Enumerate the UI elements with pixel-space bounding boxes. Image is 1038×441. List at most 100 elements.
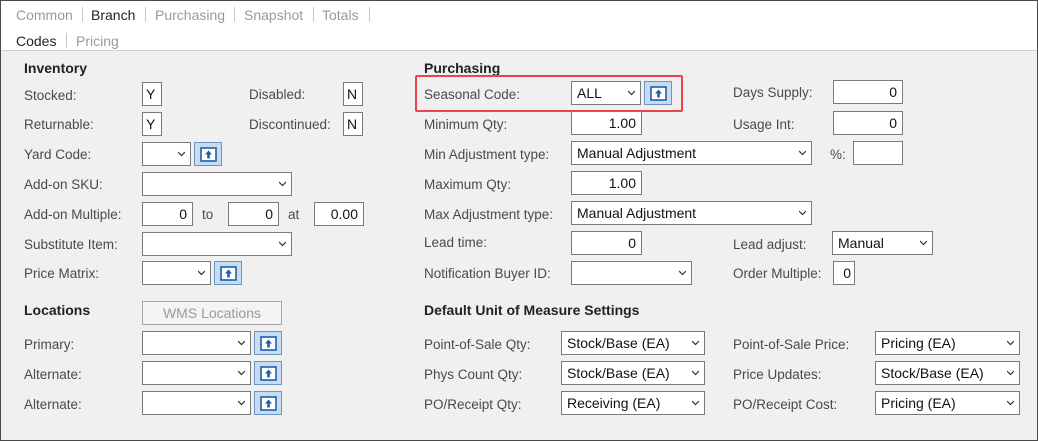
maximum-qty-label: Maximum Qty: bbox=[424, 177, 512, 192]
chevron-down-icon bbox=[198, 270, 205, 276]
uom-heading: Default Unit of Measure Settings bbox=[424, 302, 640, 318]
min-adjustment-type-label: Min Adjustment type: bbox=[424, 147, 550, 162]
price-updates-dropdown[interactable]: Stock/Base (EA) bbox=[875, 361, 1020, 385]
yard-code-dropdown[interactable] bbox=[142, 142, 191, 166]
po-receipt-qty-dropdown[interactable]: Receiving (EA) bbox=[561, 391, 705, 415]
days-supply-field[interactable]: 0 bbox=[833, 80, 903, 104]
alternate-location-dropdown[interactable] bbox=[142, 361, 251, 385]
usage-int-label: Usage Int: bbox=[733, 117, 795, 132]
discontinued-label: Discontinued: bbox=[249, 117, 331, 132]
chevron-down-icon bbox=[692, 370, 699, 376]
primary-location-dropdown[interactable] bbox=[142, 331, 251, 355]
alternate-label: Alternate: bbox=[24, 367, 82, 382]
lead-adjust-label: Lead adjust: bbox=[733, 237, 807, 252]
tab-totals[interactable]: Totals bbox=[322, 7, 359, 23]
window: Common Branch Purchasing Snapshot Totals… bbox=[0, 0, 1038, 441]
chevron-down-icon bbox=[279, 241, 286, 247]
locations-heading: Locations bbox=[24, 302, 91, 318]
tab-divider bbox=[82, 7, 83, 22]
price-updates-label: Price Updates: bbox=[733, 367, 822, 382]
to-label: to bbox=[202, 207, 214, 222]
alternate-label: Alternate: bbox=[24, 397, 82, 412]
usage-int-field[interactable]: 0 bbox=[833, 111, 903, 135]
po-receipt-cost-label: PO/Receipt Cost: bbox=[733, 397, 838, 412]
seasonal-code-label: Seasonal Code: bbox=[424, 87, 521, 102]
chevron-down-icon bbox=[178, 151, 185, 157]
max-adjustment-type-value: Manual Adjustment bbox=[577, 205, 697, 221]
substitute-dropdown[interactable] bbox=[142, 232, 292, 256]
days-supply-label: Days Supply: bbox=[733, 85, 813, 100]
minimum-qty-field[interactable]: 1.00 bbox=[571, 111, 642, 135]
lookup-arrow-icon bbox=[260, 396, 277, 411]
phys-count-qty-dropdown[interactable]: Stock/Base (EA) bbox=[561, 361, 705, 385]
order-multiple-field[interactable]: 0 bbox=[833, 261, 855, 285]
tab-purchasing[interactable]: Purchasing bbox=[155, 7, 225, 23]
addon-multiple-from-field[interactable]: 0 bbox=[142, 202, 193, 226]
returnable-field[interactable]: Y bbox=[142, 112, 162, 136]
discontinued-field[interactable]: N bbox=[343, 112, 363, 136]
addon-sku-label: Add-on SKU: bbox=[24, 177, 103, 192]
tab-branch[interactable]: Branch bbox=[91, 7, 135, 23]
min-adjustment-type-dropdown[interactable]: Manual Adjustment bbox=[571, 141, 812, 165]
purchasing-heading: Purchasing bbox=[424, 60, 501, 76]
lookup-arrow-icon bbox=[650, 86, 667, 101]
disabled-field[interactable]: N bbox=[343, 82, 363, 106]
tab-pricing[interactable]: Pricing bbox=[76, 33, 119, 49]
phys-count-qty-label: Phys Count Qty: bbox=[424, 367, 523, 382]
percent-field[interactable] bbox=[853, 141, 903, 165]
lookup-arrow-icon bbox=[260, 366, 277, 381]
notification-buyer-id-dropdown[interactable] bbox=[571, 261, 692, 285]
maximum-qty-field[interactable]: 1.00 bbox=[571, 171, 642, 195]
yard-code-label: Yard Code: bbox=[24, 147, 92, 162]
tab-codes[interactable]: Codes bbox=[16, 33, 56, 49]
pos-qty-dropdown[interactable]: Stock/Base (EA) bbox=[561, 331, 705, 355]
chevron-down-icon bbox=[920, 240, 927, 246]
lookup-arrow-icon bbox=[200, 147, 217, 162]
yard-code-lookup-button[interactable] bbox=[194, 142, 222, 166]
pos-qty-label: Point-of-Sale Qty: bbox=[424, 337, 531, 352]
primary-location-lookup-button[interactable] bbox=[254, 331, 282, 355]
tab-common[interactable]: Common bbox=[16, 7, 73, 23]
chevron-down-icon bbox=[238, 340, 245, 346]
seasonal-code-dropdown[interactable]: ALL bbox=[571, 81, 641, 105]
lead-adjust-dropdown[interactable]: Manual bbox=[832, 231, 933, 255]
pos-price-dropdown[interactable]: Pricing (EA) bbox=[875, 331, 1020, 355]
wms-locations-button[interactable]: WMS Locations bbox=[142, 301, 282, 325]
lookup-arrow-icon bbox=[220, 266, 237, 281]
pos-qty-value: Stock/Base (EA) bbox=[567, 335, 670, 351]
disabled-label: Disabled: bbox=[249, 87, 306, 102]
tab-divider bbox=[66, 33, 67, 48]
primary-label: Primary: bbox=[24, 337, 75, 352]
alternate-location-lookup-button[interactable] bbox=[254, 391, 282, 415]
chevron-down-icon bbox=[1007, 340, 1014, 346]
addon-multiple-at-field[interactable]: 0.00 bbox=[314, 202, 364, 226]
substitute-label: Substitute Item: bbox=[24, 237, 118, 252]
max-adjustment-type-dropdown[interactable]: Manual Adjustment bbox=[571, 201, 812, 225]
po-receipt-cost-dropdown[interactable]: Pricing (EA) bbox=[875, 391, 1020, 415]
addon-sku-dropdown[interactable] bbox=[142, 172, 292, 196]
stocked-field[interactable]: Y bbox=[142, 82, 162, 106]
tab-snapshot[interactable]: Snapshot bbox=[244, 7, 303, 23]
chevron-down-icon bbox=[692, 400, 699, 406]
price-matrix-lookup-button[interactable] bbox=[214, 261, 242, 285]
seasonal-code-lookup-button[interactable] bbox=[644, 81, 672, 105]
chevron-down-icon bbox=[628, 90, 635, 96]
alternate-location-lookup-button[interactable] bbox=[254, 361, 282, 385]
pos-price-value: Pricing (EA) bbox=[881, 335, 956, 351]
stocked-label: Stocked: bbox=[24, 88, 77, 103]
price-matrix-dropdown[interactable] bbox=[142, 261, 211, 285]
tab-divider bbox=[234, 7, 235, 22]
addon-multiple-label: Add-on Multiple: bbox=[24, 207, 122, 222]
chevron-down-icon bbox=[238, 400, 245, 406]
addon-multiple-to-field[interactable]: 0 bbox=[228, 202, 279, 226]
tab-divider bbox=[313, 7, 314, 22]
max-adjustment-type-label: Max Adjustment type: bbox=[424, 207, 554, 222]
chevron-down-icon bbox=[799, 210, 806, 216]
lead-adjust-value: Manual bbox=[838, 235, 884, 251]
lead-time-label: Lead time: bbox=[424, 235, 488, 250]
alternate-location-dropdown[interactable] bbox=[142, 391, 251, 415]
chevron-down-icon bbox=[279, 181, 286, 187]
inventory-heading: Inventory bbox=[24, 60, 88, 76]
at-label: at bbox=[288, 207, 300, 222]
lead-time-field[interactable]: 0 bbox=[571, 231, 642, 255]
